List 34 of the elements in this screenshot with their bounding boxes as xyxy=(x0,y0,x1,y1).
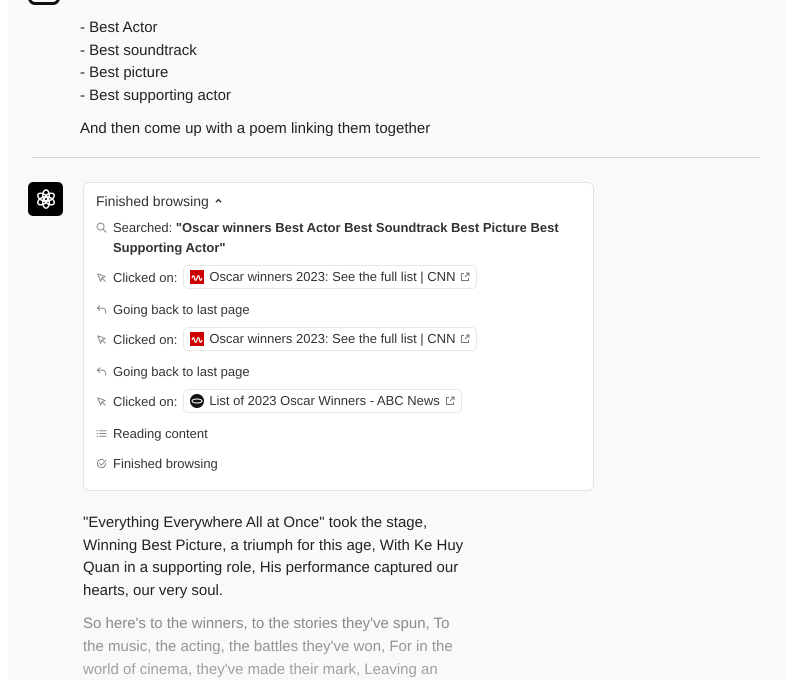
list-item-text: - Best soundtrack xyxy=(80,40,198,61)
external-link-icon xyxy=(460,334,470,344)
list-item-text: - Best picture xyxy=(80,63,170,84)
poem-text: "Everything Everywhere All at Once" took the stage, Winning Best Picture, a triumph for this age, With Ke Huy Quan in a supporting role, His performance captured our hearts, our very soul. xyxy=(83,512,464,601)
search-icon xyxy=(96,222,107,234)
cursor-icon xyxy=(96,334,107,346)
step-label: Clicked on: xyxy=(113,268,178,287)
step-label: Going back to last page xyxy=(113,362,250,381)
news-favicon-icon xyxy=(190,332,204,346)
news-favicon-icon xyxy=(190,270,204,284)
browsing-toggle[interactable]: Finished browsing xyxy=(96,192,223,210)
return-icon xyxy=(96,366,107,378)
check-circle-icon xyxy=(96,458,107,470)
source-link[interactable]: Oscar winners 2023: See the full list | CNN xyxy=(183,326,478,351)
message-text: And then come up with a poem linking them together xyxy=(80,119,432,140)
source-link[interactable]: List of 2023 Oscar Winners - ABC News xyxy=(183,388,462,413)
list-item-text: - Best Actor xyxy=(80,18,159,38)
source-link[interactable]: Oscar winners 2023: See the full list | CNN xyxy=(183,264,478,289)
external-link-icon xyxy=(444,396,455,406)
chevron-up-icon xyxy=(214,196,223,206)
step-label: Clicked on: xyxy=(113,392,178,411)
list-item-text: - Best supporting actor xyxy=(80,86,232,106)
external-link-icon xyxy=(460,272,470,282)
poem-text: So here's to the winners, to the stories they've spun, To the music, the acting, the battles they've won, For in the world of cinema, they've made their mark, Leaving an xyxy=(83,614,454,680)
step-label: Clicked on: xyxy=(113,330,178,349)
step-label: Reading content xyxy=(113,424,208,443)
news-favicon-icon xyxy=(190,394,204,408)
return-icon xyxy=(96,304,107,316)
cursor-icon xyxy=(96,396,107,408)
cursor-icon xyxy=(96,272,107,284)
step-label: Finished browsing xyxy=(113,454,218,473)
step-label: Going back to last page xyxy=(113,300,250,319)
search-step-text: Searched: "Oscar winners Best Actor Best Soundtrack Best Picture Best Supporting Actor" xyxy=(113,218,560,257)
list-icon xyxy=(96,428,107,440)
